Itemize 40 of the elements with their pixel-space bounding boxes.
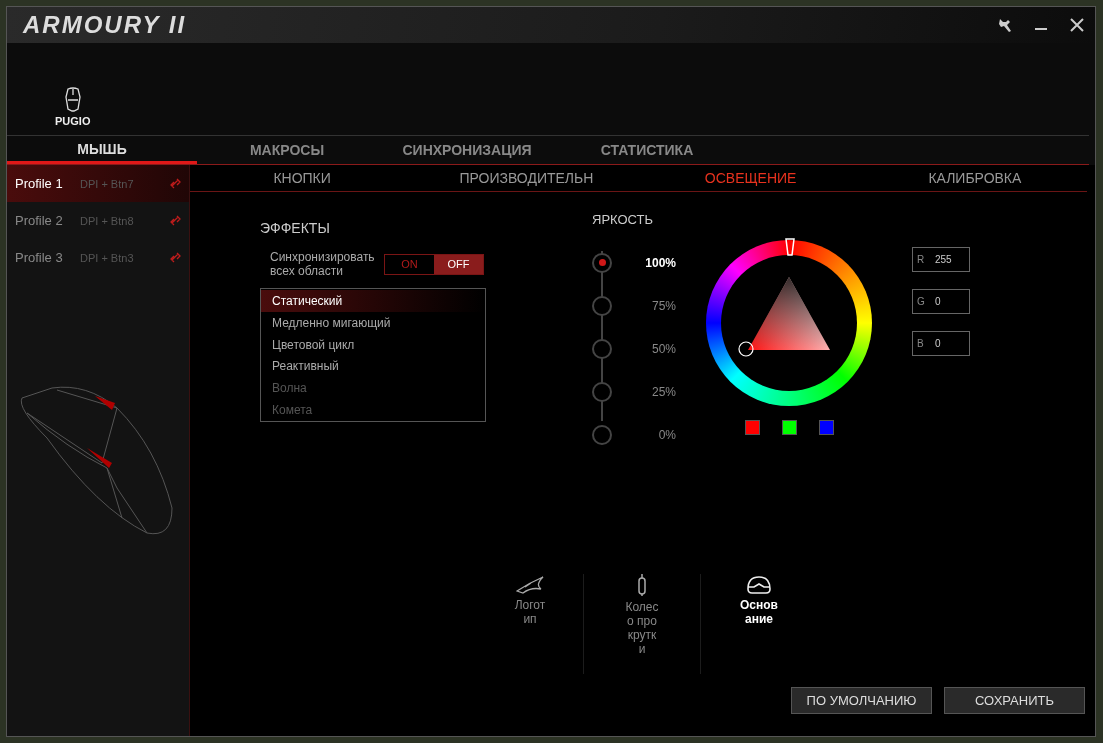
rgb-field[interactable]: G 0 [912,289,970,314]
device-name: PUGIO [55,115,91,127]
sub-tab[interactable]: ПРОИЗВОДИТЕЛЬН [414,165,639,191]
sub-tab[interactable]: КНОПКИ [190,165,415,191]
main-tab[interactable]: СИНХРОНИЗАЦИЯ [377,136,557,164]
zone-button[interactable]: Колесо прокрутки [583,574,700,674]
profile-name: Profile 2 [15,213,64,228]
default-button[interactable]: ПО УМОЛЧАНИЮ [791,687,932,714]
stop-label: 100% [644,255,676,270]
sync-toggle[interactable]: ON OFF [384,253,484,275]
stop-label: 75% [650,298,676,313]
zone-button[interactable]: Логотип [477,574,583,674]
stop-label: 25% [650,384,676,399]
sub-tab[interactable]: КАЛИБРОВКА [862,165,1087,191]
sync-label: Синхронизировать всех области [270,250,376,278]
save-button[interactable]: СОХРАНИТЬ [944,687,1085,714]
main-tab[interactable]: МАКРОСЫ [197,136,377,164]
stop-label: 0% [657,427,676,442]
rgb-field[interactable]: R 255 [912,247,970,272]
profile-binding: DPI + Btn8 [80,214,135,227]
profile-name: Profile 3 [15,250,64,265]
section-title: ЯРКОСТЬ [592,212,655,227]
profile-binding: DPI + Btn3 [80,251,135,264]
profile-binding: DPI + Btn7 [80,177,135,190]
effect-item[interactable]: Реактивный [261,355,485,378]
toggle-on-label: ON [400,257,419,272]
stop-label: 50% [650,341,676,356]
profile-item[interactable]: Profile 3 DPI + Btn3 [7,239,189,276]
profile-item[interactable]: Profile 1 DPI + Btn7 [7,165,189,202]
sub-tab[interactable]: ОСВЕЩЕНИЕ [638,165,863,191]
profile-item[interactable]: Profile 2 DPI + Btn8 [7,202,189,239]
effect-item[interactable]: Цветовой цикл [261,333,485,356]
profile-name: Profile 1 [15,176,64,191]
toggle-off-label: OFF [434,254,483,274]
zone-button[interactable]: Основание [700,574,817,674]
section-title: ЭФФЕКТЫ [260,220,331,236]
main-tab[interactable]: СТАТИСТИКА [557,136,737,164]
effect-item[interactable]: Медленно мигающий [261,311,485,334]
rgb-field[interactable]: B 0 [912,331,970,356]
app-logo: ARMOURY II [23,11,187,39]
